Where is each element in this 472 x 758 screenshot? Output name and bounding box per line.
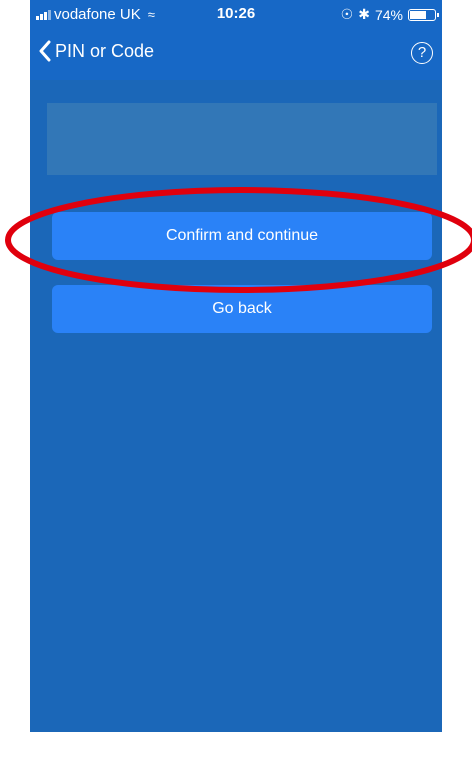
help-icon[interactable]: ? (411, 42, 433, 64)
confirm-and-continue-button[interactable]: Confirm and continue (52, 212, 432, 260)
app-screen: vodafone UK ≈ 10:26 ☉ ✱ 74% PIN or Code … (30, 0, 442, 732)
go-back-button[interactable]: Go back (52, 285, 432, 333)
status-bar: vodafone UK ≈ 10:26 ☉ ✱ 74% (30, 0, 442, 30)
bluetooth-icon: ✱ (358, 6, 370, 22)
battery-percent: 74% (374, 6, 403, 23)
back-button[interactable]: PIN or Code (38, 40, 154, 62)
status-right: ☉ ✱ 74% (340, 6, 439, 23)
info-panel (47, 103, 437, 175)
battery-icon (408, 8, 439, 21)
navigation-bar: PIN or Code ? (30, 30, 442, 80)
chevron-left-icon (38, 40, 52, 62)
orientation-lock-icon: ☉ (340, 6, 354, 22)
page-title: PIN or Code (55, 40, 155, 61)
battery-fill (410, 10, 427, 19)
